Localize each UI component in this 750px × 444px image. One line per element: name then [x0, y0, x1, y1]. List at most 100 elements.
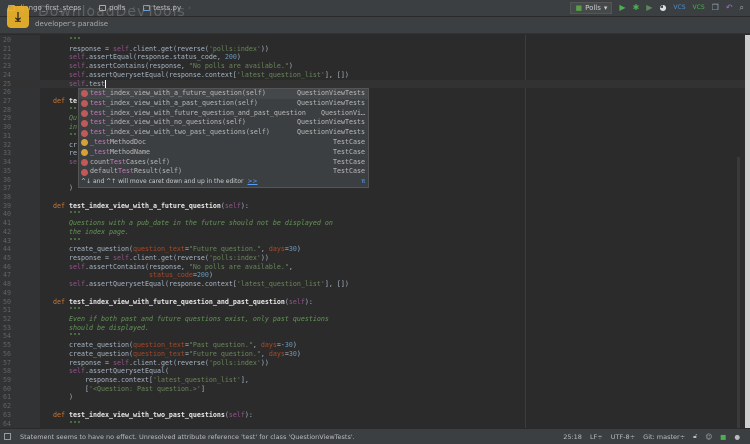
profile-icon[interactable]: ◕ — [659, 3, 666, 13]
completion-popup: test _index_view_with_a_future_question(s… — [78, 88, 369, 188]
text-caret — [104, 79, 106, 88]
vcs-update-icon[interactable]: VCS — [673, 3, 685, 13]
code-token: [ — [37, 384, 89, 393]
code-token: 'latest_question_list' — [236, 70, 325, 79]
completion-item[interactable]: count Test Cases(self) TestCase — [79, 158, 368, 168]
code-token: .client.get(reverse( — [128, 358, 209, 367]
line-content: """ — [37, 237, 81, 246]
code-token: self — [68, 53, 85, 62]
code-token: """ — [37, 105, 81, 114]
code-token: cr — [37, 140, 77, 149]
event-log-icon[interactable]: ■ — [720, 433, 726, 441]
code-token: self — [68, 79, 85, 88]
completion-item[interactable]: test _index_view_with_two_past_questions(… — [79, 128, 368, 138]
code-line: 64 """ — [0, 420, 745, 428]
code-line: 20 """ — [0, 36, 745, 45]
inspector-icon[interactable]: ☺ — [705, 433, 712, 441]
completion-item[interactable]: default Test Result(self) TestCase — [79, 167, 368, 177]
code-token: ) — [292, 341, 297, 350]
code-token: 'polls:index' — [208, 44, 261, 53]
code-token: create_question( — [37, 349, 133, 358]
watermark-tagline: developer's paradise — [35, 20, 109, 28]
line-number: 50 — [3, 297, 11, 306]
completion-item[interactable]: test _index_view_with_a_future_question(s… — [79, 89, 368, 99]
code-line: 41 Questions with a pub_date in the futu… — [0, 219, 745, 228]
line-number: 49 — [3, 288, 11, 297]
notification-icon[interactable]: ● — [734, 433, 740, 441]
window-edge — [745, 35, 750, 428]
line-number: 46 — [3, 262, 11, 271]
revert-icon[interactable]: ↶ — [726, 3, 733, 13]
code-line: 53 should be displayed. — [0, 324, 745, 333]
line-content: Even if both past and future questions e… — [37, 315, 329, 324]
code-token: .assertQuerysetEqual(response.context[ — [84, 70, 237, 79]
code-token: ) — [37, 184, 73, 193]
code-token: """ — [37, 131, 81, 140]
completion-item[interactable]: test _index_view_with_future_question_and… — [79, 109, 368, 119]
code-token: """ — [37, 332, 81, 341]
code-token: def — [37, 201, 69, 210]
line-content: self.assertContains(response, "No polls … — [37, 62, 293, 71]
search-icon[interactable]: ⌕ — [740, 3, 744, 13]
code-token: def — [37, 410, 69, 419]
line-number: 21 — [3, 44, 11, 53]
code-token: , — [288, 262, 293, 271]
vertical-scrollbar[interactable] — [737, 157, 740, 428]
code-line: 42 the index page. — [0, 228, 745, 237]
caret-position[interactable]: 25:18 — [563, 433, 582, 441]
lock-icon[interactable]: 🔓︎ — [693, 432, 697, 441]
line-number: 51 — [3, 306, 11, 315]
code-line: 22 self.assertEqual(response.status_code… — [0, 53, 745, 62]
line-separator-select[interactable]: LF÷ — [590, 433, 603, 441]
line-content: se — [37, 158, 77, 167]
code-token: se — [37, 158, 77, 167]
completion-item[interactable]: _ test MethodDoc TestCase — [79, 138, 368, 148]
compare-icon[interactable]: ❐ — [712, 3, 719, 13]
code-line: 39 def test_index_view_with_a_future_que… — [0, 202, 745, 211]
code-token: , — [260, 349, 269, 358]
code-line: 47 status_code=200) — [0, 271, 745, 280]
line-number: 40 — [3, 210, 11, 219]
pi-icon[interactable]: π — [361, 177, 365, 186]
completion-match: test — [90, 128, 106, 137]
code-token: ] — [200, 384, 205, 393]
line-number: 37 — [3, 184, 11, 193]
chevron-down-icon: ▾ — [603, 4, 608, 12]
code-line: 52 Even if both past and future question… — [0, 315, 745, 324]
line-content: Questions with a pub_date in the future … — [37, 219, 333, 228]
completion-rest: _index_view_with_two_past_questions(self… — [106, 128, 270, 137]
completion-item[interactable]: test _index_view_with_no_questions(self) Q… — [79, 118, 368, 128]
code-line: 25 self.test — [0, 79, 745, 89]
code-line: 58 self.assertQuerysetEqual( — [0, 367, 745, 376]
run-configuration-select[interactable]: ■ Polls ▾ — [570, 2, 613, 14]
code-token: """ — [37, 236, 81, 245]
line-content: re — [37, 149, 77, 158]
debug-icon[interactable]: ✱ — [633, 3, 640, 13]
completion-match: test — [94, 147, 110, 156]
hint-more-link[interactable]: >> — [247, 178, 257, 185]
vcs-branch-select[interactable]: Git: master÷ — [643, 433, 685, 441]
line-number: 43 — [3, 236, 11, 245]
line-content: def test_index_view_with_future_question… — [37, 298, 313, 307]
line-content: ) — [37, 184, 73, 193]
line-content: response = self.client.get(reverse('poll… — [37, 45, 269, 54]
hint-text: ^↓ and ^↑ will move caret down and up in… — [81, 178, 244, 186]
completion-item[interactable]: _ test MethodName TestCase — [79, 148, 368, 158]
vcs-commit-icon[interactable]: VCS — [693, 3, 705, 13]
code-line: 24 self.assertQuerysetEqual(response.con… — [0, 71, 745, 80]
line-content: self.assertQuerysetEqual(response.contex… — [37, 280, 349, 289]
line-content: def test_index_view_with_two_past_questi… — [37, 411, 253, 420]
encoding-select[interactable]: UTF-8÷ — [611, 433, 635, 441]
completion-item[interactable]: test _index_view_with_a_past_question(sel… — [79, 99, 368, 109]
code-token: response = — [37, 358, 113, 367]
run-icon[interactable]: ▶ — [619, 3, 625, 13]
code-token: self — [112, 253, 129, 262]
code-token: """ — [37, 419, 81, 428]
code-token: status_code — [148, 271, 193, 280]
code-token: ) — [236, 53, 241, 62]
line-number: 30 — [3, 123, 11, 132]
watermark-logo: ⤓ — [7, 6, 29, 28]
coverage-icon[interactable]: ▶ — [646, 3, 652, 13]
tool-windows-icon[interactable] — [4, 433, 11, 440]
